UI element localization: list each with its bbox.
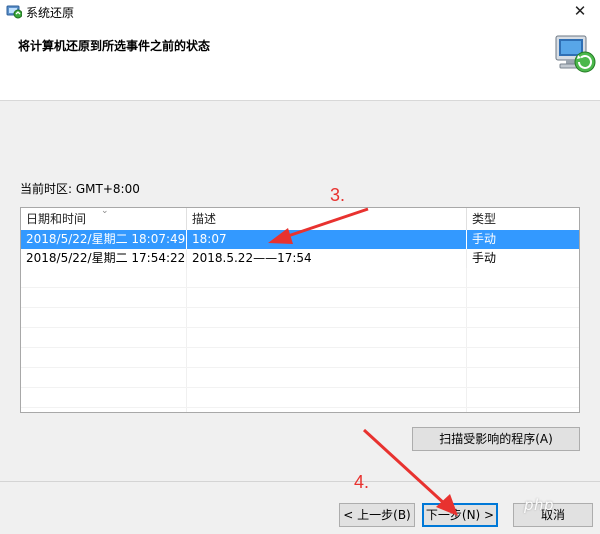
restore-points-table[interactable]: 日期和时间 ⌄ 描述 类型 2018/5/22/星期二 18:07:49 18:…	[20, 207, 580, 413]
next-button[interactable]: 下一步(N) >	[422, 503, 498, 527]
cell-type: 手动	[472, 251, 497, 265]
cell-type: 手动	[472, 232, 497, 246]
cell-description: 18:07	[187, 230, 467, 249]
table-header: 日期和时间 ⌄ 描述 类型	[21, 208, 579, 230]
annotation-step-4: 4.	[354, 472, 370, 492]
page-title: 将计算机还原到所选事件之前的状态	[18, 39, 211, 53]
wizard-header: 将计算机还原到所选事件之前的状态	[0, 22, 600, 101]
annotation-step-3: 3.	[330, 185, 346, 205]
column-header-label: 描述	[192, 212, 217, 226]
empty-row	[21, 368, 579, 388]
column-header-label: 类型	[472, 212, 497, 226]
computer-restore-icon	[552, 30, 596, 81]
column-header-label: 日期和时间	[26, 212, 87, 226]
column-header-description[interactable]: 描述	[187, 208, 467, 230]
empty-row	[21, 308, 579, 328]
scan-affected-programs-button[interactable]: 扫描受影响的程序(A)	[412, 427, 580, 451]
system-restore-icon	[6, 3, 23, 22]
back-button[interactable]: < 上一步(B)	[339, 503, 415, 527]
empty-row	[21, 288, 579, 308]
watermark: php	[524, 496, 555, 514]
empty-row	[21, 328, 579, 348]
cell-date: 2018/5/22/星期二 17:54:22	[21, 249, 187, 268]
cell-description: 2018.5.22——17:54	[187, 249, 467, 268]
sort-chevron-icon: ⌄	[101, 207, 109, 216]
timezone-label: 当前时区: GMT+8:00	[20, 182, 140, 196]
empty-row	[21, 388, 579, 408]
footer-divider	[0, 481, 600, 482]
window-title: 系统还原	[26, 6, 75, 20]
empty-row	[21, 408, 579, 412]
column-header-type[interactable]: 类型	[467, 208, 579, 230]
empty-row	[21, 268, 579, 288]
empty-row	[21, 348, 579, 368]
table-row[interactable]: 2018/5/22/星期二 18:07:49 18:07 手动	[21, 230, 579, 249]
table-row[interactable]: 2018/5/22/星期二 17:54:22 2018.5.22——17:54 …	[21, 249, 579, 268]
column-header-date[interactable]: 日期和时间 ⌄	[21, 208, 187, 230]
cell-date: 2018/5/22/星期二 18:07:49	[21, 230, 187, 249]
title-bar: 系统还原 ✕	[0, 0, 600, 22]
close-button[interactable]: ✕	[560, 0, 600, 22]
